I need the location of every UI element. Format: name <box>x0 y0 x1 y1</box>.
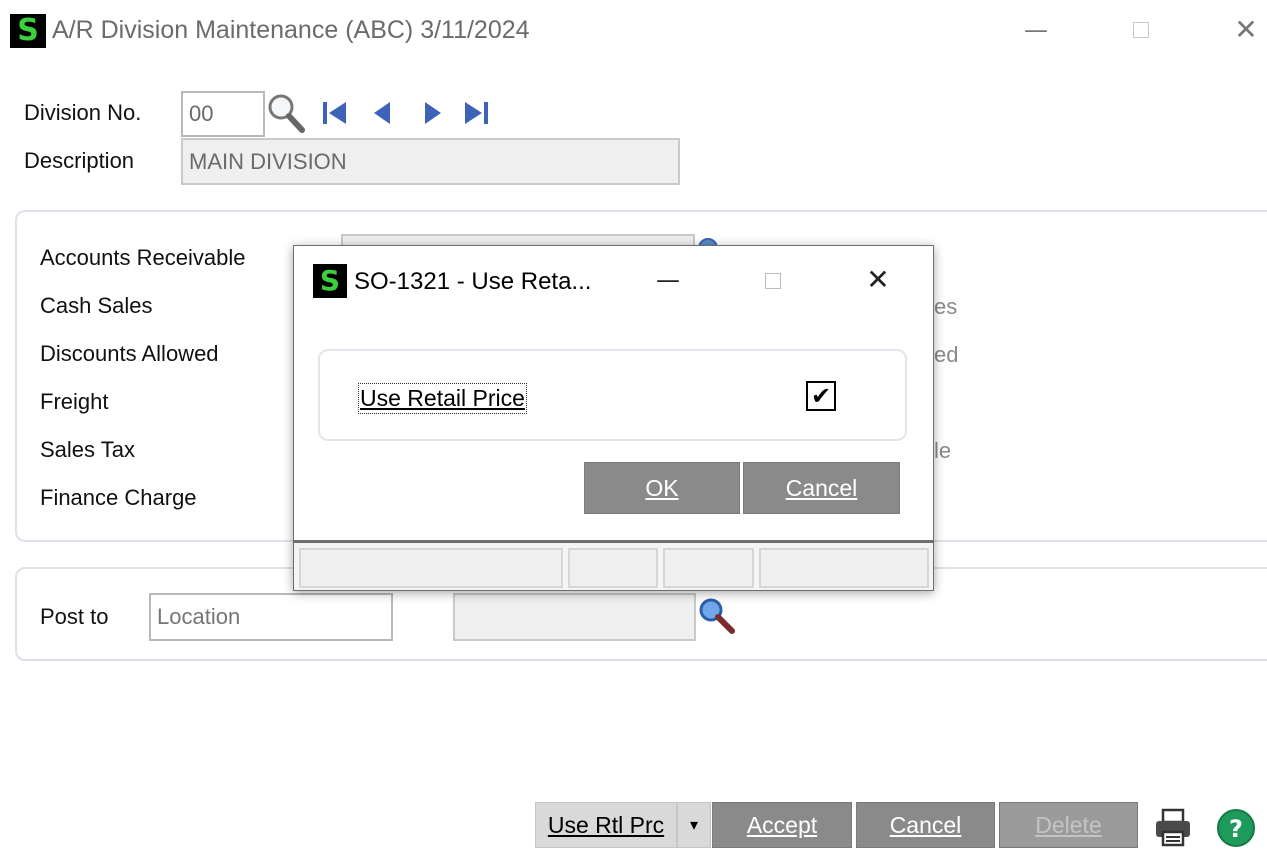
last-icon <box>465 102 488 124</box>
obscured-text-1: es <box>934 294 958 319</box>
use-rtl-prc-dropdown[interactable]: ▾ <box>677 802 711 848</box>
description-input[interactable]: MAIN DIVISION <box>181 138 680 185</box>
use-retail-price-dialog: S SO-1321 - Use Reta... — ✕ Use Retail P… <box>293 245 934 591</box>
cancel-button[interactable]: Cancel <box>856 802 995 848</box>
dialog-maximize-button[interactable] <box>750 260 794 300</box>
svg-text:?: ? <box>1229 815 1243 843</box>
dialog-cancel-button[interactable]: Cancel <box>743 462 900 514</box>
previous-icon <box>374 102 390 124</box>
dialog-ok-button[interactable]: OK <box>584 462 740 514</box>
post-to-lookup-button[interactable] <box>697 596 737 636</box>
use-retail-price-checkbox[interactable]: ✔ <box>806 381 836 411</box>
dialog-ok-label: OK <box>645 474 679 501</box>
delete-button[interactable]: Delete <box>999 802 1138 848</box>
last-record-button[interactable] <box>462 97 492 129</box>
next-icon <box>425 102 441 124</box>
accept-button[interactable]: Accept <box>712 802 852 848</box>
maximize-button[interactable] <box>1116 12 1164 48</box>
sales-tax-label: Sales Tax <box>40 437 135 462</box>
obscured-text-3: le <box>934 438 952 463</box>
dialog-close-button[interactable]: ✕ <box>856 260 900 300</box>
use-rtl-prc-label: Use Rtl Prc <box>547 811 665 838</box>
dialog-logo: S <box>313 264 347 298</box>
status-segment <box>759 548 929 588</box>
obscured-text-2: ed <box>934 342 959 367</box>
freight-label: Freight <box>40 389 109 414</box>
cancel-label: Cancel <box>889 811 962 838</box>
magnifier-icon <box>699 598 735 634</box>
division-no-label: Division No. <box>24 100 142 125</box>
retail-price-group: Use Retail Price ✔ <box>318 349 907 441</box>
close-button[interactable]: ✕ <box>1222 12 1267 48</box>
dialog-cancel-label: Cancel <box>785 474 858 501</box>
post-to-value-input[interactable] <box>453 593 696 641</box>
accounts-receivable-label: Accounts Receivable <box>40 245 246 270</box>
use-rtl-prc-button[interactable]: Use Rtl Prc <box>535 802 677 848</box>
maximize-icon <box>1133 22 1149 38</box>
location-input[interactable] <box>149 593 393 641</box>
status-segment <box>299 548 563 588</box>
finance-charge-label: Finance Charge <box>40 485 197 510</box>
use-retail-price-label[interactable]: Use Retail Price <box>358 383 527 414</box>
magnifier-icon <box>268 94 305 133</box>
status-segment <box>568 548 658 588</box>
delete-label: Delete <box>1035 811 1102 838</box>
cash-sales-label: Cash Sales <box>40 293 153 318</box>
accept-label: Accept <box>746 811 818 838</box>
help-button[interactable]: ? <box>1216 808 1256 848</box>
description-label: Description <box>24 148 135 173</box>
maximize-icon <box>765 273 781 289</box>
printer-icon <box>1156 808 1190 847</box>
dialog-title: SO-1321 - Use Reta... <box>354 268 592 295</box>
division-no-input[interactable]: 00 <box>181 91 265 137</box>
help-icon: ? <box>1217 809 1255 847</box>
dialog-minimize-button[interactable]: — <box>646 260 690 300</box>
chevron-down-icon: ▾ <box>689 817 699 834</box>
lookup-button[interactable] <box>266 92 306 134</box>
first-icon <box>323 102 346 124</box>
next-record-button[interactable] <box>418 97 448 129</box>
minimize-button[interactable]: — <box>1012 12 1060 48</box>
app-logo: S <box>10 14 46 48</box>
previous-record-button[interactable] <box>368 97 398 129</box>
discounts-allowed-label: Discounts Allowed <box>40 341 219 366</box>
dialog-status-bar <box>294 540 933 590</box>
print-button[interactable] <box>1152 806 1194 848</box>
post-to-label: Post to <box>40 604 109 629</box>
first-record-button[interactable] <box>320 97 350 129</box>
window-title: A/R Division Maintenance (ABC) 3/11/2024 <box>52 16 530 44</box>
status-segment <box>663 548 754 588</box>
